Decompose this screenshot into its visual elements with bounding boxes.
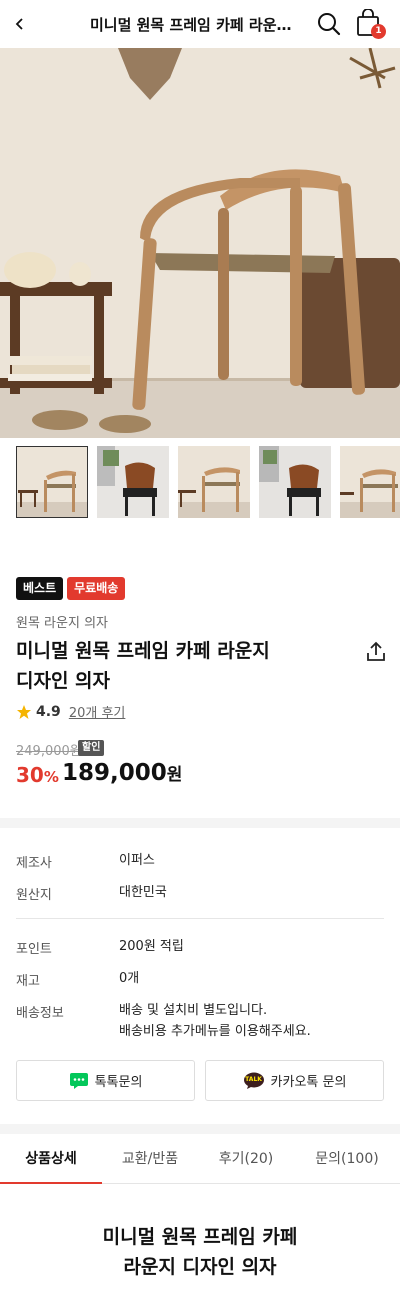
tab-exchange-return[interactable]: 교환/반품: [102, 1134, 198, 1184]
search-icon: [318, 13, 341, 36]
star-icon: [17, 704, 31, 719]
detail-title-line2: 라운지 디자인 의자: [123, 1256, 277, 1278]
origin-value: 대한민국: [119, 885, 167, 900]
tab-reviews[interactable]: 후기(20): [198, 1134, 294, 1184]
detail-section-title: 미니멀 원목 프레임 카페 라운지 디자인 의자: [0, 1222, 400, 1282]
thumbnail-5[interactable]: [340, 446, 400, 518]
talktalk-label: 톡톡문의: [94, 1075, 143, 1090]
tab-inquiries[interactable]: 문의(100): [294, 1134, 400, 1184]
product-title-line1: 미니멀 원목 프레임 카페 라운지: [16, 640, 270, 662]
thumbnail-3[interactable]: [178, 446, 250, 518]
sale-tag: 할인: [78, 740, 105, 756]
shipping-line-1: 배송 및 설치비 별도입니다.: [119, 1003, 268, 1018]
best-badge: 베스트: [16, 577, 64, 600]
product-title: 미니멀 원목 프레임 카페 라운지 디자인 의자: [16, 636, 316, 696]
points-value: 200원 적립: [119, 939, 184, 954]
shipping-label: 배송정보: [16, 1006, 64, 1021]
share-icon: [367, 641, 385, 661]
shipping-value: 배송 및 설치비 별도입니다. 배송비용 추가메뉴를 이용해주세요.: [119, 1000, 311, 1042]
cart-count-badge: 1: [371, 24, 386, 39]
discount-value: 30: [16, 763, 44, 787]
stock-label: 재고: [16, 974, 40, 989]
product-badges: 베스트 무료배송: [16, 577, 126, 600]
price-unit: 원: [166, 765, 183, 785]
kakao-icon-text: TALK: [245, 1075, 262, 1083]
tab-product-detail[interactable]: 상품상세: [0, 1134, 102, 1184]
section-divider: [0, 818, 400, 828]
section-divider-2: [0, 1124, 400, 1134]
price-value: 189,000: [62, 760, 167, 786]
free-shipping-badge: 무료배송: [67, 577, 126, 600]
info-divider: [16, 918, 384, 919]
thumbnail-4[interactable]: [259, 446, 331, 518]
sale-price: 189,000원: [62, 760, 182, 786]
app-header: 미니멀 원목 프레임 카페 라운지... 1: [0, 0, 400, 48]
manufacturer-label: 제조사: [16, 856, 52, 871]
product-main-image[interactable]: [0, 48, 400, 438]
rating-score: 4.9: [36, 703, 61, 720]
kakaotalk-icon: TALK: [243, 1072, 265, 1090]
product-title-line2: 디자인 의자: [16, 670, 111, 692]
cart-button[interactable]: 1: [356, 8, 386, 39]
points-label: 포인트: [16, 942, 52, 957]
header-title: 미니멀 원목 프레임 카페 라운지...: [90, 16, 304, 34]
detail-title-line1: 미니멀 원목 프레임 카페: [102, 1226, 298, 1248]
manufacturer-value: 이퍼스: [119, 853, 155, 868]
review-count-link[interactable]: 20개 후기: [69, 702, 126, 721]
product-category[interactable]: 원목 라운지 의자: [16, 612, 108, 631]
search-button[interactable]: [316, 11, 342, 37]
talktalk-inquiry-button[interactable]: 톡톡문의: [16, 1060, 195, 1101]
detail-tabs: 상품상세 교환/반품 후기(20) 문의(100): [0, 1134, 400, 1184]
active-tab-indicator: [0, 1182, 102, 1184]
thumbnail-2[interactable]: [97, 446, 169, 518]
kakaotalk-label: 카카오톡 문의: [270, 1075, 347, 1090]
kakaotalk-inquiry-button[interactable]: TALK 카카오톡 문의: [205, 1060, 384, 1101]
rating-summary: 4.9 20개 후기: [16, 702, 125, 721]
shipping-line-2: 배송비용 추가메뉴를 이용해주세요.: [119, 1024, 311, 1039]
origin-label: 원산지: [16, 888, 52, 903]
stock-value: 0개: [119, 971, 140, 986]
thumbnail-1[interactable]: [16, 446, 88, 518]
thumbnail-strip: [0, 446, 400, 518]
talktalk-icon: [69, 1072, 88, 1089]
discount-unit: %: [43, 768, 59, 786]
share-button[interactable]: [364, 640, 388, 664]
original-price: 249,000원: [16, 744, 82, 759]
back-button[interactable]: [8, 12, 32, 36]
chevron-left-icon: [15, 18, 23, 30]
discount-rate: 30%: [16, 763, 59, 787]
